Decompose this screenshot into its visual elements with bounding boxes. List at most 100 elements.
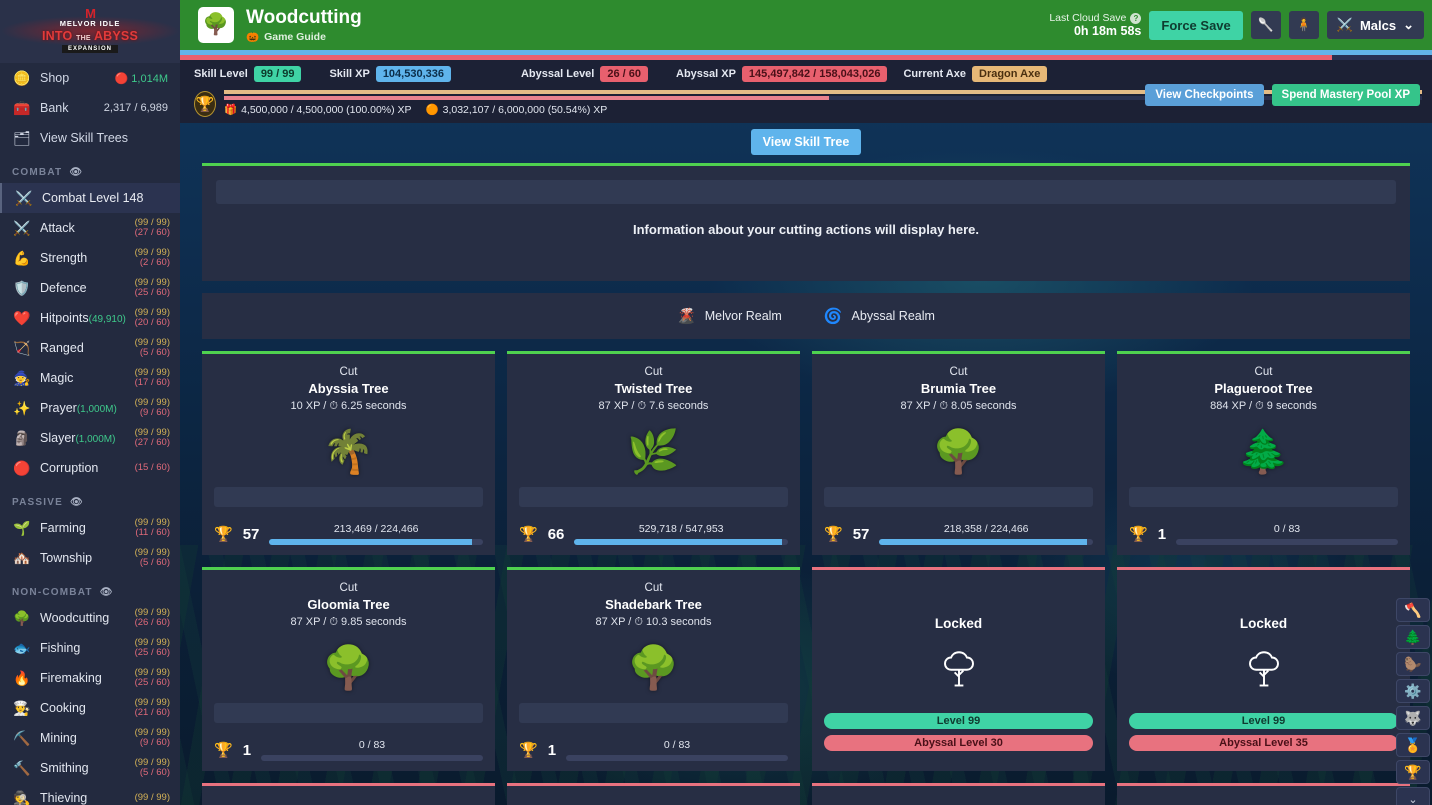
main-content: 🌳 Woodcutting 🎃 Game Guide Last Cloud Sa… (180, 0, 1432, 805)
card-tree-name: Brumia Tree (824, 381, 1093, 396)
game-logo[interactable]: M MELVOR IDLE INTO THE ABYSS EXPANSION (0, 0, 180, 63)
eye-icon[interactable]: 👁 (69, 167, 83, 178)
wolf-icon[interactable]: 🐺 (1396, 706, 1430, 730)
eye-icon[interactable]: 👁 (70, 497, 84, 508)
mastery-pool-buttons: View Checkpoints Spend Mastery Pool XP (1145, 84, 1420, 106)
stat-current-axe: Current Axe Dragon Axe (903, 66, 1047, 82)
trees-icon[interactable]: 🌲 (1396, 625, 1430, 649)
locked-tree-card[interactable]: LockedLevel 99Abyssal Level 35 (1117, 567, 1410, 771)
tree-card-partial[interactable] (812, 783, 1105, 805)
sidebar-item-levels: (99 / 99)(5 / 60) (135, 548, 170, 569)
card-mastery-bar (574, 539, 788, 545)
skill-level-value: 99 / 99 (254, 66, 302, 82)
ranged-icon: 🏹 (12, 340, 32, 357)
locked-tree-icon (1129, 637, 1398, 699)
spend-mastery-pool-button[interactable]: Spend Mastery Pool XP (1272, 84, 1420, 106)
card-xp-time: 10 XP / ⏱ 6.25 seconds (214, 400, 483, 413)
sidebar-item-magic[interactable]: 🧙Magic(99 / 99)(17 / 60) (0, 363, 180, 393)
tree-card-abyssia-tree[interactable]: CutAbyssia Tree10 XP / ⏱ 6.25 seconds🌴🏆5… (202, 351, 495, 555)
eye-icon[interactable]: 👁 (100, 587, 114, 598)
card-xp-time: 87 XP / ⏱ 10.3 seconds (519, 616, 788, 629)
abyssal-level-value: (9 / 60) (135, 738, 170, 749)
realm-melvor-icon: 🌋 (677, 307, 696, 325)
account-menu-button[interactable]: ⚔️ Malcs ⌄ (1327, 11, 1424, 39)
character-icon-button[interactable]: 🧍 (1289, 11, 1319, 39)
stat-abyssal-level: Abyssal Level 26 / 60 (521, 66, 648, 82)
tree-card-partial[interactable] (507, 783, 800, 805)
chevron-down-icon[interactable]: ⌄ (1396, 787, 1430, 805)
tree-card-partial[interactable] (202, 783, 495, 805)
card-mastery-bar (269, 539, 483, 545)
locked-tree-card[interactable]: LockedLevel 99Abyssal Level 30 (812, 567, 1105, 771)
sidebar-item-label: Thieving (40, 791, 135, 805)
card-mastery-row: 🏆10 / 83 (1129, 523, 1398, 545)
card-mastery-level: 57 (853, 526, 870, 543)
abyssal-level-value: 26 / 60 (600, 66, 648, 82)
sidebar-item-combat-level[interactable]: ⚔️ Combat Level 148 (0, 183, 180, 213)
help-icon[interactable]: ? (1130, 13, 1141, 24)
card-mastery-xp: 218,358 / 224,466 (879, 523, 1093, 535)
realm-abyssal-button[interactable]: 🌀Abyssal Realm (824, 307, 935, 325)
trophy-icon[interactable]: 🏆 (1396, 760, 1430, 784)
sidebar-item-levels: (99 / 99)(20 / 60) (135, 308, 170, 329)
tree-card-partial[interactable] (1117, 783, 1410, 805)
sidebar-item-strength[interactable]: 💪Strength(99 / 99)(2 / 60) (0, 243, 180, 273)
card-tree-art: 🌴 (214, 421, 483, 483)
tree-card-twisted-tree[interactable]: CutTwisted Tree87 XP / ⏱ 7.6 seconds🌿🏆66… (507, 351, 800, 555)
sidebar-item-label: Slayer(1,000M) (40, 431, 135, 445)
sidebar-section-combat: COMBAT 👁 (0, 153, 180, 183)
medal-icon[interactable]: 🏅 (1396, 733, 1430, 757)
card-tree-name: Shadebark Tree (519, 597, 788, 612)
sidebar-item-corruption[interactable]: 🔴Corruption(15 / 60) (0, 453, 180, 483)
farming-icon: 🌱 (12, 520, 32, 537)
tree-card-brumia-tree[interactable]: CutBrumia Tree87 XP / ⏱ 8.05 seconds🌳🏆57… (812, 351, 1105, 555)
sidebar-item-attack[interactable]: ⚔️Attack(99 / 99)(27 / 60) (0, 213, 180, 243)
gear-icon[interactable]: ⚙️ (1396, 679, 1430, 703)
sidebar-item-hitpoints[interactable]: ❤️Hitpoints(49,910)(99 / 99)(20 / 60) (0, 303, 180, 333)
view-checkpoints-button[interactable]: View Checkpoints (1145, 84, 1263, 106)
abyssal-level-value: (25 / 60) (135, 648, 170, 659)
sidebar-item-bonus: (1,000M) (75, 434, 115, 445)
tree-card-plagueroot-tree[interactable]: CutPlagueroot Tree884 XP / ⏱ 9 seconds🌲🏆… (1117, 351, 1410, 555)
card-mastery-row: 🏆66529,718 / 547,953 (519, 523, 788, 545)
tree-card-gloomia-tree[interactable]: CutGloomia Tree87 XP / ⏱ 9.85 seconds🌳🏆1… (202, 567, 495, 771)
magic-icon: 🧙 (12, 370, 32, 387)
skill-level-label: Skill Level (194, 68, 248, 80)
sidebar-item-woodcutting[interactable]: 🌳Woodcutting(99 / 99)(26 / 60) (0, 603, 180, 633)
abyssal-level-value: (5 / 60) (135, 768, 170, 779)
force-save-button[interactable]: Force Save (1149, 11, 1242, 40)
sidebar-item-farming[interactable]: 🌱Farming(99 / 99)(11 / 60) (0, 513, 180, 543)
sidebar-item-shop[interactable]: 🪙Shop🔴 1,014M (0, 63, 180, 93)
card-mastery-level: 57 (243, 526, 260, 543)
sidebar-item-view-skill-trees[interactable]: 🗂View Skill Trees (0, 123, 180, 153)
sidebar-item-smithing[interactable]: 🔨Smithing(99 / 99)(5 / 60) (0, 753, 180, 783)
sidebar: M MELVOR IDLE INTO THE ABYSS EXPANSION 🪙… (0, 0, 180, 805)
logo-expansion-badge: EXPANSION (62, 45, 118, 53)
locked-tree-icon (824, 637, 1093, 699)
sidebar-item-mining[interactable]: ⛏️Mining(99 / 99)(9 / 60) (0, 723, 180, 753)
sidebar-item-defence[interactable]: 🛡️Defence(99 / 99)(25 / 60) (0, 273, 180, 303)
sidebar-item-firemaking[interactable]: 🔥Firemaking(99 / 99)(25 / 60) (0, 663, 180, 693)
sidebar-item-cooking[interactable]: 👨‍🍳Cooking(99 / 99)(21 / 60) (0, 693, 180, 723)
beaver-icon[interactable]: 🦫 (1396, 652, 1430, 676)
sidebar-item-levels: (99 / 99)(5 / 60) (135, 338, 170, 359)
mastery-pool-bar-2-fill (224, 96, 829, 100)
card-mastery-row: 🏆10 / 83 (214, 739, 483, 761)
logo-abyss-the: THE (76, 35, 91, 42)
view-skill-tree-button[interactable]: View Skill Tree (751, 129, 862, 155)
sidebar-item-thieving[interactable]: 🕵️Thieving(99 / 99) (0, 783, 180, 805)
card-tree-art: 🌲 (1129, 421, 1398, 483)
realm-melvor-button[interactable]: 🌋Melvor Realm (677, 307, 782, 325)
sidebar-item-fishing[interactable]: 🐟Fishing(99 / 99)(25 / 60) (0, 633, 180, 663)
sidebar-item-slayer[interactable]: 🗿Slayer(1,000M)(99 / 99)(27 / 60) (0, 423, 180, 453)
woodcutting-axe-icon[interactable]: 🪓 (1396, 598, 1430, 622)
sidebar-item-ranged[interactable]: 🏹Ranged(99 / 99)(5 / 60) (0, 333, 180, 363)
tree-card-shadebark-tree[interactable]: CutShadebark Tree87 XP / ⏱ 10.3 seconds🌳… (507, 567, 800, 771)
sidebar-item-township[interactable]: 🏘️Township(99 / 99)(5 / 60) (0, 543, 180, 573)
chest-icon: 🧰 (12, 100, 32, 117)
locked-label: Locked (1129, 616, 1398, 631)
sidebar-item-bank[interactable]: 🧰Bank2,317 / 6,989 (0, 93, 180, 123)
potion-icon-button[interactable]: 🥄 (1251, 11, 1281, 39)
game-guide-link[interactable]: 🎃 Game Guide (246, 30, 362, 43)
sidebar-item-prayer[interactable]: ✨Prayer(1,000M)(99 / 99)(9 / 60) (0, 393, 180, 423)
